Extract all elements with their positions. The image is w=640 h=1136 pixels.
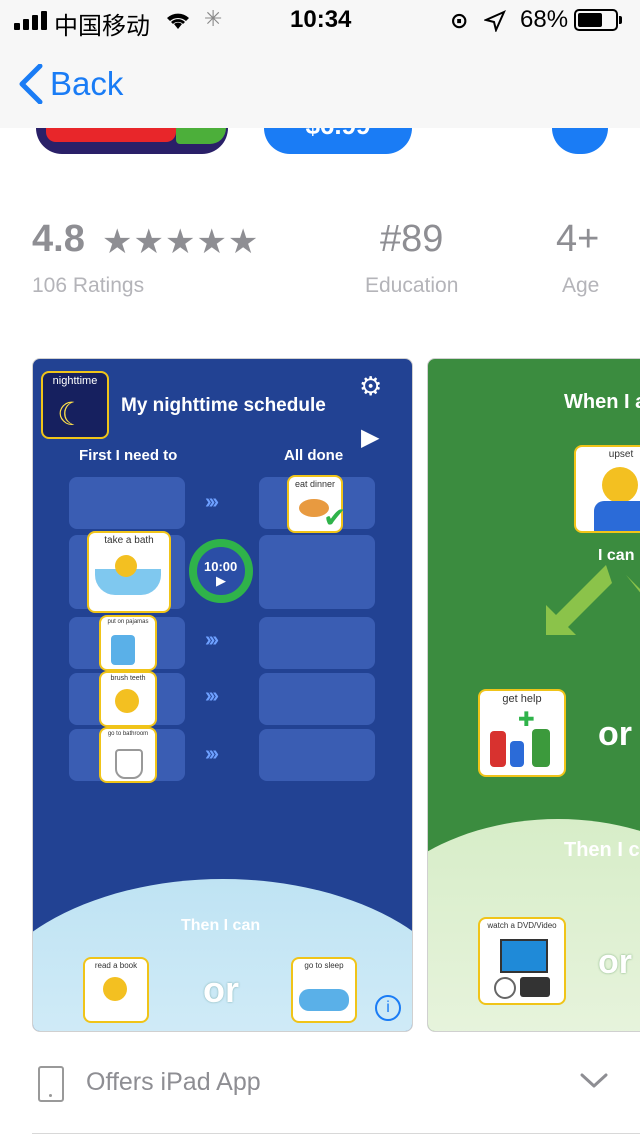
schedule-title: My nighttime schedule <box>121 395 326 416</box>
rotation-lock-icon: ⊙ <box>450 8 469 33</box>
sleep-card[interactable]: go to sleep <box>291 957 357 1023</box>
arrow-icon: ››› <box>205 685 219 707</box>
or-label: or <box>203 969 239 1010</box>
navigation-bar: Back <box>0 40 640 128</box>
offers-ipad-label: Offers iPad App <box>86 1068 261 1096</box>
then-label: Then I can <box>181 917 261 934</box>
or-label: or <box>598 715 632 753</box>
clock: 10:34 <box>290 6 352 33</box>
bathroom-card[interactable]: go to bathroom <box>99 727 157 783</box>
age-label: Age <box>562 274 600 297</box>
chevron-down-icon[interactable] <box>580 1072 608 1090</box>
read-book-card[interactable]: read a book <box>83 957 149 1023</box>
age-rating: 4+ <box>556 218 600 260</box>
brush-teeth-card[interactable]: brush teeth <box>99 671 157 727</box>
rating-stars-icon: ★★★★★ <box>102 223 260 261</box>
more-options-button[interactable] <box>552 128 608 154</box>
battery-percent: 68% <box>520 6 569 33</box>
rank-category: Education <box>365 274 459 297</box>
play-icon[interactable]: ▶ <box>361 423 379 452</box>
info-icon[interactable]: i <box>375 995 401 1021</box>
signal-strength-icon <box>14 10 48 30</box>
split-arrows-icon <box>546 565 640 635</box>
app-screenshot-2[interactable]: When I a upset I can get help ✚ or Then … <box>427 358 640 1032</box>
separator <box>32 1133 640 1134</box>
rating-score: 4.8 <box>32 218 85 260</box>
wifi-icon <box>167 13 189 29</box>
app-screenshot-1[interactable]: nighttime ☾ My nighttime schedule ⚙ ▶ Fi… <box>32 358 413 1032</box>
gear-icon[interactable]: ⚙ <box>359 371 382 402</box>
done-column-label: All done <box>284 447 344 464</box>
status-bar: 中国移动 ✳ 10:34 ⊙ 68% <box>0 0 640 40</box>
carrier-name: 中国移动 <box>54 13 150 40</box>
get-help-card[interactable]: get help ✚ <box>478 689 566 777</box>
location-icon <box>484 10 506 32</box>
app-icon[interactable] <box>36 128 228 154</box>
chevron-left-icon <box>19 64 43 104</box>
i-can-label: I can <box>598 547 635 564</box>
upset-card[interactable]: upset <box>574 445 640 533</box>
loading-spinner-icon: ✳ <box>204 6 223 31</box>
chart-rank: #89 <box>380 218 444 260</box>
back-label: Back <box>50 65 124 102</box>
back-button[interactable]: Back <box>18 62 123 106</box>
first-column-label: First I need to <box>79 447 178 464</box>
pajamas-card[interactable]: put on pajamas <box>99 615 157 671</box>
when-label: When I a <box>564 391 640 413</box>
ipad-icon <box>38 1066 64 1102</box>
price-button[interactable]: $6.99 <box>264 128 412 154</box>
arrow-icon: ››› <box>205 491 219 513</box>
timer-play-icon[interactable]: ▶ <box>216 573 226 589</box>
battery-icon <box>574 9 622 31</box>
timer-text: 10:00 <box>204 559 238 574</box>
arrow-icon: ››› <box>205 743 219 765</box>
offers-ipad-app-row[interactable]: Offers iPad App <box>32 1050 612 1114</box>
ratings-count: 106 Ratings <box>32 274 145 297</box>
dvd-card[interactable]: watch a DVD/Video <box>478 917 566 1005</box>
then-label: Then I c <box>564 839 640 861</box>
nighttime-badge: nighttime ☾ <box>41 371 109 439</box>
checkmark-icon: ✔ <box>323 502 347 533</box>
take-bath-card[interactable]: take a bath <box>87 531 171 613</box>
or-label: or <box>598 943 632 981</box>
arrow-icon: ››› <box>205 629 219 651</box>
moon-icon: ☾ <box>57 396 86 432</box>
